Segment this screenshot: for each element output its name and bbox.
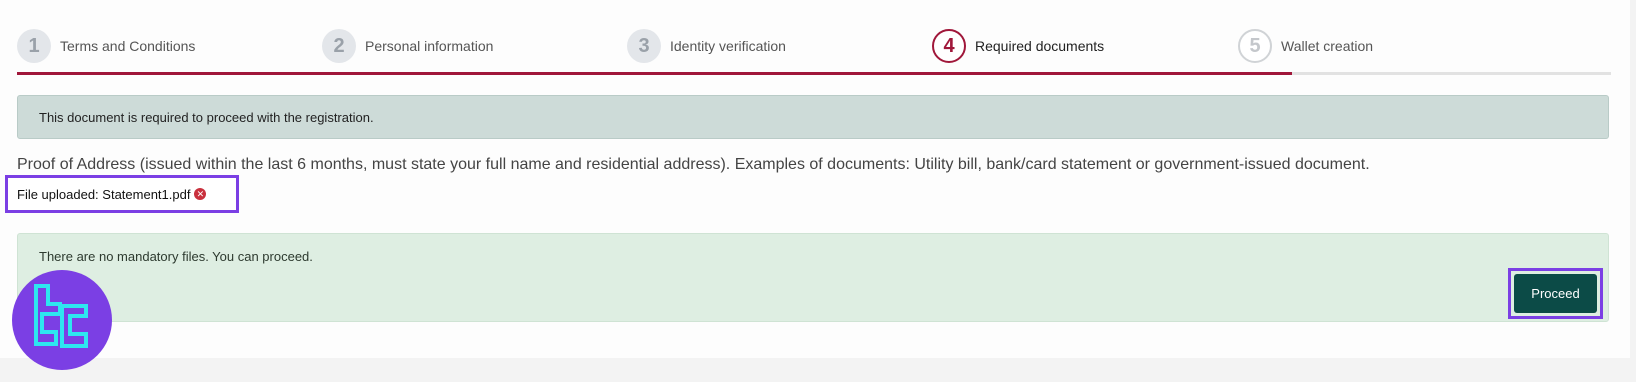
stepper-progress-fill: [17, 72, 1293, 75]
step-wallet-creation: 5 Wallet creation: [1238, 29, 1373, 63]
stepper-progress-track: [17, 72, 1611, 75]
step-number: 1: [17, 29, 51, 63]
uploaded-file: File uploaded: Statement1.pdf ✕: [5, 175, 239, 213]
step-number: 4: [932, 29, 966, 63]
step-number: 2: [322, 29, 356, 63]
proceed-highlight: Proceed: [1508, 268, 1603, 319]
step-personal-information[interactable]: 2 Personal information: [322, 29, 493, 63]
close-circle-icon[interactable]: ✕: [194, 188, 207, 200]
step-label: Required documents: [975, 38, 1105, 54]
brand-logo: [12, 270, 112, 370]
step-terms[interactable]: 1 Terms and Conditions: [17, 29, 195, 63]
step-number: 5: [1238, 29, 1272, 63]
step-label: Identity verification: [670, 38, 786, 54]
notice-text: This document is required to proceed wit…: [39, 109, 374, 125]
step-label: Wallet creation: [1281, 38, 1374, 54]
step-identity-verification[interactable]: 3 Identity verification: [627, 29, 786, 63]
uploaded-file-label: File uploaded: Statement1.pdf: [17, 186, 191, 202]
registration-panel: 1 Terms and Conditions 2 Personal inform…: [0, 0, 1630, 358]
step-label: Terms and Conditions: [60, 38, 196, 54]
tc-logo-icon: [34, 284, 88, 348]
document-description: Proof of Address (issued within the last…: [17, 156, 1370, 173]
success-message: There are no mandatory files. You can pr…: [17, 233, 1609, 322]
step-required-documents[interactable]: 4 Required documents: [932, 29, 1104, 63]
step-number: 3: [627, 29, 661, 63]
step-label: Personal information: [365, 38, 494, 54]
required-document-notice: This document is required to proceed wit…: [17, 95, 1609, 139]
success-text: There are no mandatory files. You can pr…: [39, 249, 313, 264]
proceed-button[interactable]: Proceed: [1514, 274, 1597, 313]
registration-stepper: 1 Terms and Conditions 2 Personal inform…: [17, 29, 1611, 77]
